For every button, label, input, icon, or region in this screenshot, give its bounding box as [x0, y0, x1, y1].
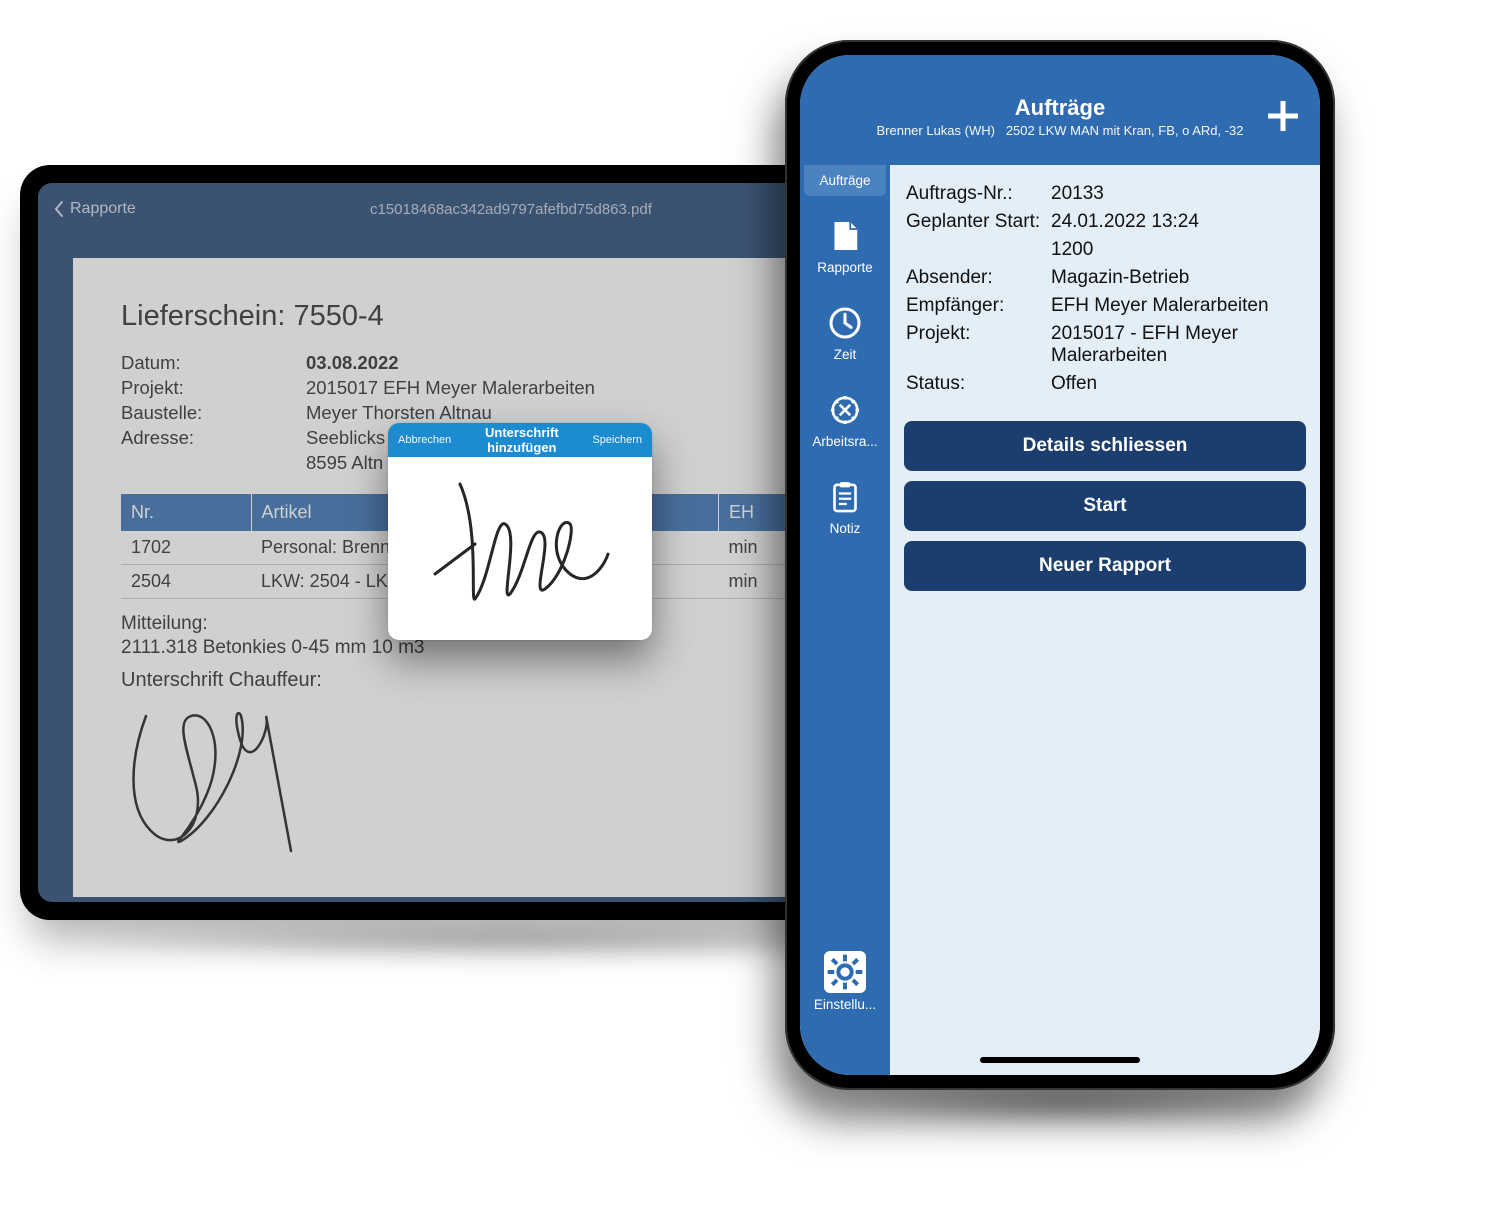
header-title: Aufträge: [800, 95, 1320, 121]
nav-label: Arbeitsra...: [812, 434, 877, 449]
order-detail-card: Auftrags-Nr.:20133 Geplanter Start:24.01…: [890, 165, 1320, 411]
baustelle-label: Baustelle:: [121, 401, 306, 426]
nav-label: Zeit: [834, 347, 857, 362]
adresse-label: Adresse:: [121, 426, 306, 451]
header-vehicle: 2502 LKW MAN mit Kran, FB, o ARd, -32: [1006, 123, 1244, 138]
cell-nr: 1702: [121, 531, 251, 565]
detail-value: 20133: [1051, 183, 1304, 205]
phone-sidebar: Aufträge Rapporte Zeit: [800, 55, 890, 1075]
gear-icon: [824, 952, 866, 992]
plus-icon: [1268, 101, 1298, 131]
popup-signature-drawing: [420, 474, 620, 624]
close-details-button[interactable]: Details schliessen: [904, 421, 1306, 471]
datum-value: 03.08.2022: [306, 351, 399, 376]
back-button[interactable]: Rapporte: [54, 200, 136, 218]
pdf-filename: c15018468ac342ad9797afefbd75d863.pdf: [136, 201, 886, 218]
detail-row: Projekt:2015017 - EFH Meyer Malerarbeite…: [906, 323, 1304, 367]
detail-row: Geplanter Start:24.01.2022 13:24: [906, 211, 1304, 233]
detail-value: Magazin-Betrieb: [1051, 267, 1304, 289]
clock-icon: [824, 303, 866, 343]
detail-value: Offen: [1051, 373, 1304, 395]
nav-einstellungen[interactable]: Einstellu...: [804, 945, 886, 1020]
detail-key: [906, 239, 1051, 261]
popup-save-button[interactable]: Speichern: [592, 434, 642, 446]
popup-toolbar: Abbrechen Unterschrift hinzufügen Speich…: [388, 423, 652, 457]
detail-row: Auftrags-Nr.:20133: [906, 183, 1304, 205]
detail-row: 1200: [906, 239, 1304, 261]
header-user: Brenner Lukas (WH): [876, 123, 994, 138]
detail-key: Absender:: [906, 267, 1051, 289]
cell-nr: 2504: [121, 564, 251, 598]
phone-device: Aufträge Brenner Lukas (WH) 2502 LKW MAN…: [785, 40, 1335, 1090]
clipboard-icon: [824, 477, 866, 517]
new-report-button[interactable]: Neuer Rapport: [904, 541, 1306, 591]
phone-main: Auftrags-Nr.:20133 Geplanter Start:24.01…: [890, 165, 1320, 1075]
projekt-label: Projekt:: [121, 376, 306, 401]
signature-popup: Abbrechen Unterschrift hinzufügen Speich…: [388, 423, 652, 640]
nav-label: Rapporte: [817, 260, 873, 275]
th-nr: Nr.: [121, 494, 251, 531]
detail-value: 24.01.2022 13:24: [1051, 211, 1304, 233]
popup-title: Unterschrift hinzufügen: [451, 425, 592, 455]
header-subtitle: Brenner Lukas (WH) 2502 LKW MAN mit Kran…: [800, 123, 1320, 138]
nav-zeit[interactable]: Zeit: [804, 297, 886, 370]
detail-key: Empfänger:: [906, 295, 1051, 317]
wrench-icon: [824, 390, 866, 430]
detail-row: Empfänger:EFH Meyer Malerarbeiten: [906, 295, 1304, 317]
detail-row: Status:Offen: [906, 373, 1304, 395]
popup-cancel-button[interactable]: Abbrechen: [398, 434, 451, 446]
detail-value: EFH Meyer Malerarbeiten: [1051, 295, 1304, 317]
document-icon: [824, 216, 866, 256]
nav-label: Notiz: [830, 521, 861, 536]
start-button[interactable]: Start: [904, 481, 1306, 531]
back-label: Rapporte: [70, 200, 136, 218]
detail-value: 1200: [1051, 239, 1304, 261]
detail-key: Projekt:: [906, 323, 1051, 367]
signature-drawing: [121, 696, 311, 866]
home-indicator[interactable]: [980, 1057, 1140, 1063]
nav-notiz[interactable]: Notiz: [804, 471, 886, 544]
detail-key: Status:: [906, 373, 1051, 395]
adresse-line1: Seeblicks: [306, 426, 385, 451]
detail-row: Absender:Magazin-Betrieb: [906, 267, 1304, 289]
add-button[interactable]: [1264, 97, 1302, 135]
detail-value: 2015017 - EFH Meyer Malerarbeiten: [1051, 323, 1304, 367]
projekt-value: 2015017 EFH Meyer Malerarbeiten: [306, 376, 595, 401]
phone-header: Aufträge Brenner Lukas (WH) 2502 LKW MAN…: [800, 55, 1320, 165]
signature-canvas[interactable]: [388, 457, 652, 640]
nav-label: Aufträge: [819, 173, 870, 188]
detail-key: Auftrags-Nr.:: [906, 183, 1051, 205]
detail-key: Geplanter Start:: [906, 211, 1051, 233]
adresse-line2: 8595 Altn: [306, 451, 383, 476]
nav-rapporte[interactable]: Rapporte: [804, 210, 886, 283]
phone-screen: Aufträge Brenner Lukas (WH) 2502 LKW MAN…: [800, 55, 1320, 1075]
nav-arbeitsrapport[interactable]: Arbeitsra...: [804, 384, 886, 457]
datum-label: Datum:: [121, 351, 306, 376]
chevron-left-icon: [54, 201, 64, 217]
nav-label: Einstellu...: [814, 997, 876, 1012]
